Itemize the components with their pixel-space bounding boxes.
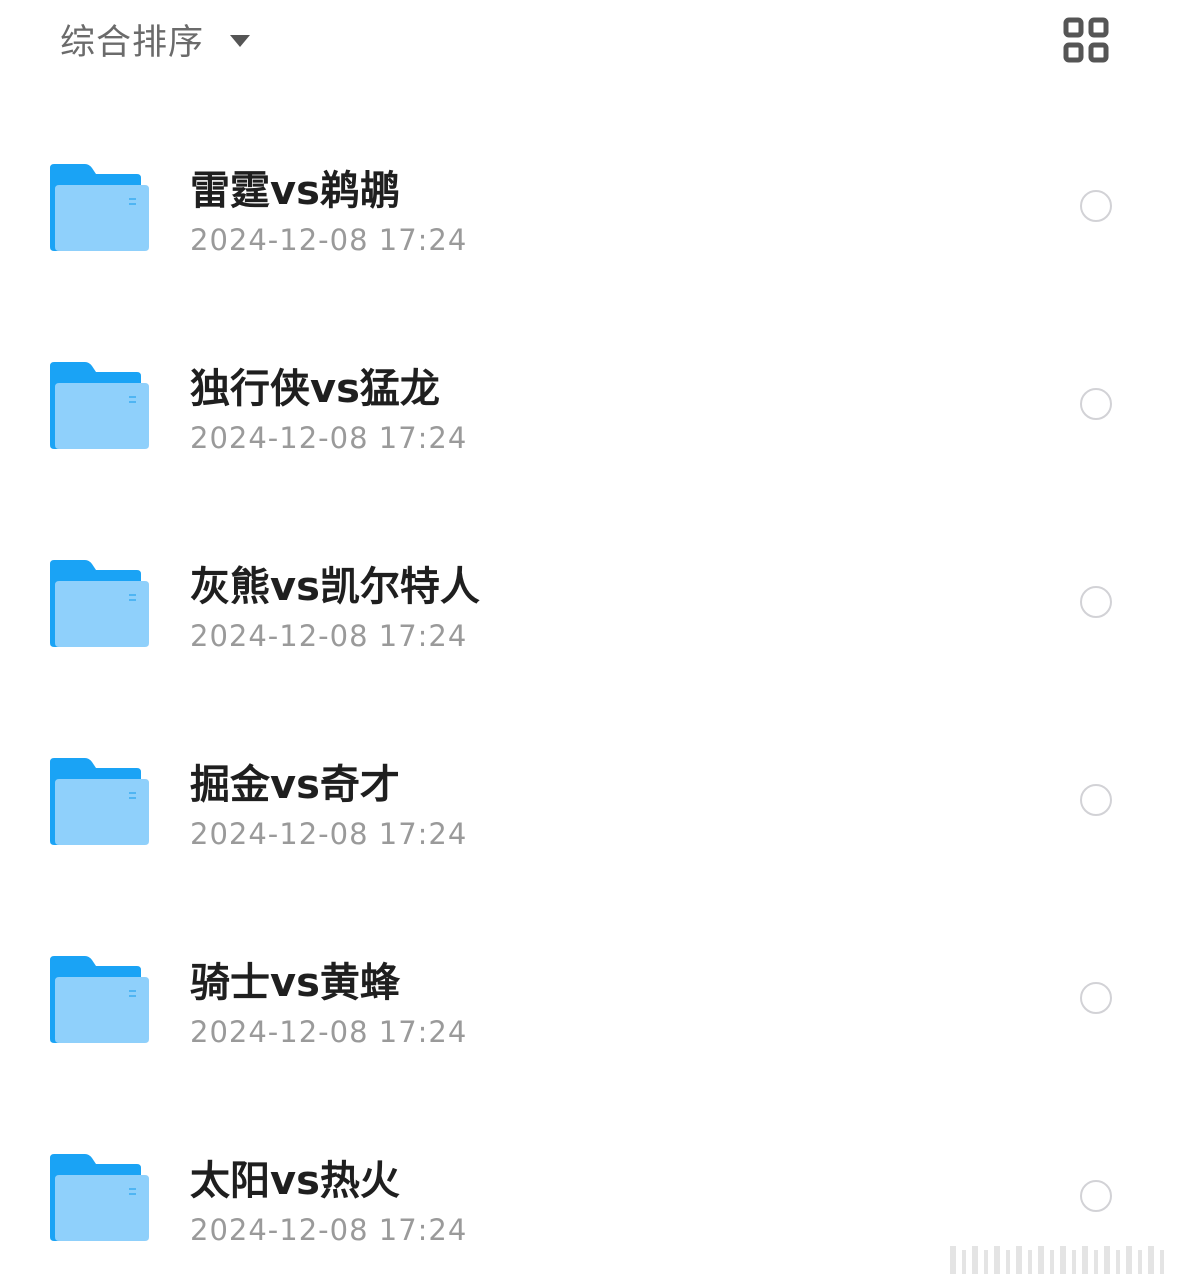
select-radio[interactable]: [1080, 388, 1112, 420]
grid-view-icon: [1063, 17, 1109, 63]
select-radio[interactable]: [1080, 586, 1112, 618]
folder-icon: [50, 560, 149, 647]
file-date: 2024-12-08 17:24: [190, 1015, 468, 1049]
file-date: 2024-12-08 17:24: [190, 619, 468, 653]
caret-down-icon: [230, 35, 251, 47]
select-radio[interactable]: [1080, 1180, 1112, 1212]
file-name: 雷霆vs鹈鹕: [190, 168, 400, 214]
file-date: 2024-12-08 17:24: [190, 817, 468, 851]
folder-icon: [50, 758, 149, 845]
select-radio[interactable]: [1080, 190, 1112, 222]
select-radio[interactable]: [1080, 982, 1112, 1014]
folder-icon: [50, 362, 149, 449]
file-name: 太阳vs热火: [190, 1158, 400, 1204]
folder-icon: [50, 164, 149, 251]
file-name: 独行侠vs猛龙: [190, 366, 440, 412]
grid-view-button[interactable]: [1063, 17, 1109, 63]
list-item[interactable]: 灰熊vs凯尔特人 2024-12-08 17:24: [0, 504, 1179, 702]
file-name: 掘金vs奇才: [190, 762, 400, 808]
folder-icon: [50, 1154, 149, 1241]
file-date: 2024-12-08 17:24: [190, 223, 468, 257]
file-name: 骑士vs黄蜂: [190, 960, 400, 1006]
file-list: 雷霆vs鹈鹕 2024-12-08 17:24 独行侠vs猛龙 2024-12-…: [0, 108, 1179, 1288]
toolbar: 综合排序: [0, 0, 1179, 90]
sort-dropdown-button[interactable]: 综合排序: [60, 14, 251, 64]
list-item[interactable]: 掘金vs奇才 2024-12-08 17:24: [0, 702, 1179, 900]
file-name: 灰熊vs凯尔特人: [190, 564, 480, 610]
file-date: 2024-12-08 17:24: [190, 421, 468, 455]
list-item[interactable]: 雷霆vs鹈鹕 2024-12-08 17:24: [0, 108, 1179, 306]
list-item[interactable]: 独行侠vs猛龙 2024-12-08 17:24: [0, 306, 1179, 504]
file-date: 2024-12-08 17:24: [190, 1213, 468, 1247]
list-item[interactable]: 骑士vs黄蜂 2024-12-08 17:24: [0, 900, 1179, 1098]
file-browser-screen: 综合排序 雷霆vs鹈鹕 2024-12-08 17:24 独行侠vs猛龙 202…: [0, 0, 1179, 1288]
folder-icon: [50, 956, 149, 1043]
watermark-decoration: [950, 1246, 1164, 1274]
sort-label: 综合排序: [60, 22, 205, 63]
select-radio[interactable]: [1080, 784, 1112, 816]
